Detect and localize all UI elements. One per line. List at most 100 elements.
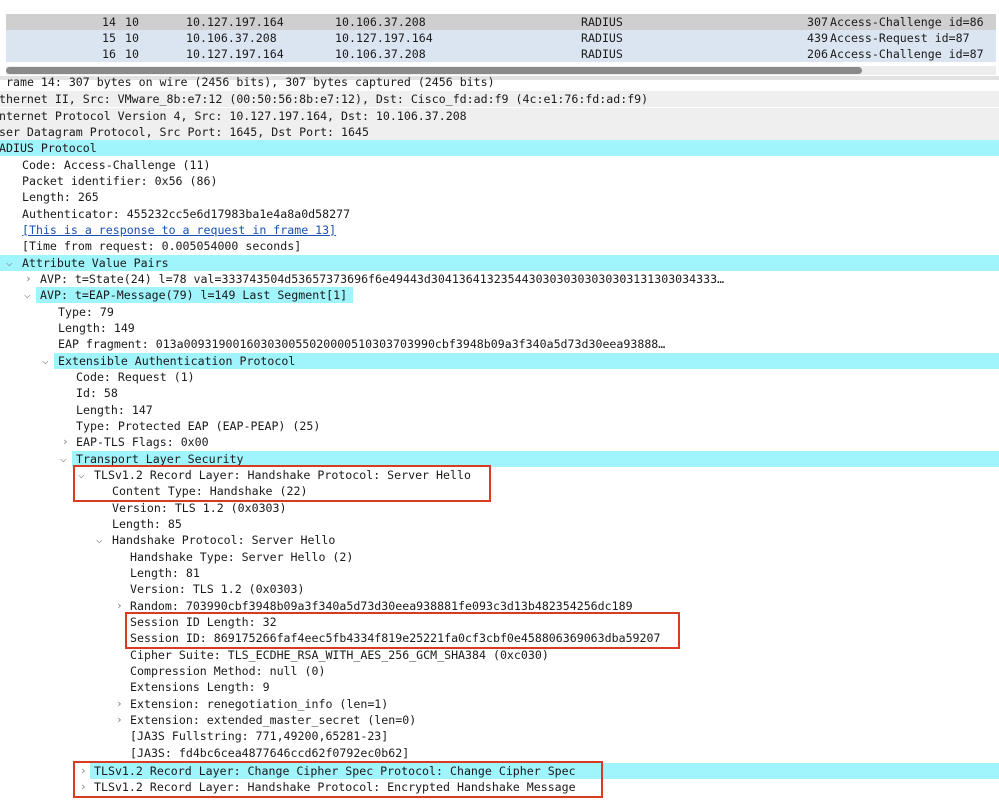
tree-item-handshake-protocol[interactable]: ⌵ Handshake Protocol: Server Hello (0, 532, 999, 548)
tree-item-record-length[interactable]: Length: 85 (0, 516, 999, 532)
packet-destination: 10.106.37.208 (335, 15, 426, 29)
packet-row[interactable]: 14 10 10.127.197.164 10.106.37.208 RADIU… (6, 14, 996, 30)
tree-item-label: Attribute Value Pairs (22, 256, 169, 270)
highlight-box-record-layers (73, 761, 603, 798)
highlight-box-session-id (125, 612, 680, 649)
tree-item-eap-tls-flags[interactable]: › EAP-TLS Flags: 0x00 (0, 434, 999, 450)
tree-item-length[interactable]: Length: 265 (0, 189, 999, 205)
horizontal-scrollbar-thumb[interactable] (6, 67, 862, 74)
chevron-down-icon[interactable]: ⌵ (6, 255, 13, 271)
tree-item-extensions-length[interactable]: Extensions Length: 9 (0, 679, 999, 695)
tree-item-packet-id[interactable]: Packet identifier: 0x56 (86) (0, 173, 999, 189)
tree-item-frame[interactable]: rame 14: 307 bytes on wire (2456 bits), … (0, 74, 999, 90)
tree-item-attribute-value-pairs[interactable]: ⌵ Attribute Value Pairs (0, 255, 999, 271)
packet-protocol: RADIUS (581, 31, 623, 45)
tree-item-label: ser Datagram Protocol, Src Port: 1645, D… (0, 125, 369, 139)
tree-item-label: Handshake Type: Server Hello (2) (130, 550, 354, 564)
tree-item-ethernet[interactable]: thernet II, Src: VMware_8b:e7:12 (00:50:… (0, 91, 999, 107)
tree-item-label: Extensions Length: 9 (130, 680, 270, 694)
tree-item-label: Length: 81 (130, 566, 200, 580)
tree-item-label: Authenticator: 455232cc5e6d17983ba1e4a8a… (22, 207, 351, 221)
packet-row[interactable]: 16 10 10.127.197.164 10.106.37.208 RADIU… (6, 46, 996, 62)
tree-item-avp-eap-message[interactable]: ⌵ AVP: t=EAP-Message(79) l=149 Last Segm… (0, 287, 999, 303)
tree-item-eap-id[interactable]: Id: 58 (0, 385, 999, 401)
chevron-right-icon[interactable]: › (62, 434, 69, 450)
tree-item-avp-state[interactable]: › AVP: t=State(24) l=78 val=333743504d53… (0, 271, 999, 287)
tree-item-label: Extensible Authentication Protocol (58, 354, 296, 368)
tree-item-ext-master-secret[interactable]: › Extension: extended_master_secret (len… (0, 712, 999, 728)
tree-item-label: Handshake Protocol: Server Hello (112, 533, 336, 547)
tree-item-label: Type: Protected EAP (EAP-PEAP) (25) (76, 419, 321, 433)
tree-item-label: Cipher Suite: TLS_ECDHE_RSA_WITH_AES_256… (130, 648, 549, 662)
tree-item-compression-method[interactable]: Compression Method: null (0) (0, 663, 999, 679)
response-in-frame-link[interactable]: [This is a response to a request in fram… (22, 222, 336, 238)
tree-item-label: EAP fragment: 013a0093190016030300550200… (58, 337, 666, 351)
tree-item-code[interactable]: Code: Access-Challenge (11) (0, 157, 999, 173)
tree-item-handshake-type[interactable]: Handshake Type: Server Hello (2) (0, 549, 999, 565)
tree-item-label: Length: 149 (58, 321, 135, 335)
packet-number: 14 (102, 15, 116, 29)
packet-length: 439 (807, 31, 828, 45)
tree-item-label: Length: 147 (76, 403, 153, 417)
tree-item-label: Id: 58 (76, 386, 118, 400)
tree-item-eap-length[interactable]: Length: 147 (0, 402, 999, 418)
chevron-right-icon[interactable]: › (116, 598, 123, 614)
tree-item-response-link[interactable]: [This is a response to a request in fram… (0, 222, 999, 238)
tree-item-authenticator[interactable]: Authenticator: 455232cc5e6d17983ba1e4a8a… (0, 206, 999, 222)
packet-info: Access-Challenge id=86 (830, 15, 984, 29)
chevron-right-icon[interactable]: › (116, 696, 123, 712)
packet-time: 10 (125, 15, 139, 29)
tree-item-udp[interactable]: ser Datagram Protocol, Src Port: 1645, D… (0, 124, 999, 140)
chevron-down-icon[interactable]: ⌵ (24, 287, 31, 303)
packet-number: 16 (102, 47, 116, 61)
tree-item-ja3s-fullstring[interactable]: [JA3S Fullstring: 771,49200,65281-23] (0, 728, 999, 744)
packet-info: Access-Challenge id=87 (830, 47, 984, 61)
highlight-box-server-hello (73, 465, 491, 502)
tree-item-label: Extension: extended_master_secret (len=0… (130, 713, 417, 727)
packet-source: 10.127.197.164 (186, 15, 284, 29)
tree-item-radius[interactable]: ADIUS Protocol (0, 140, 999, 156)
chevron-right-icon[interactable]: › (25, 271, 32, 287)
tree-item-eap[interactable]: ⌵ Extensible Authentication Protocol (0, 353, 999, 369)
tree-item-ext-renegotiation[interactable]: › Extension: renegotiation_info (len=1) (0, 696, 999, 712)
tree-item-label: AVP: t=EAP-Message(79) l=149 Last Segmen… (40, 288, 348, 302)
tree-item-type[interactable]: Type: 79 (0, 304, 999, 320)
tree-item-label: thernet II, Src: VMware_8b:e7:12 (00:50:… (0, 92, 649, 106)
packet-protocol: RADIUS (581, 15, 623, 29)
chevron-down-icon[interactable]: ⌵ (60, 451, 67, 467)
tree-item-label: Packet identifier: 0x56 (86) (22, 174, 218, 188)
tree-item-label: Code: Access-Challenge (11) (22, 158, 211, 172)
packet-number: 15 (102, 31, 116, 45)
tree-item-label: [JA3S: fd4bc6cea4877646ccd62f0792ec0b62] (130, 746, 410, 760)
tree-item-label: EAP-TLS Flags: 0x00 (76, 435, 209, 449)
tree-item-ipv4[interactable]: nternet Protocol Version 4, Src: 10.127.… (0, 108, 999, 124)
packet-time: 10 (125, 47, 139, 61)
tree-item-label: ADIUS Protocol (0, 141, 97, 155)
packet-destination: 10.127.197.164 (335, 31, 433, 45)
tree-item-label: Version: TLS 1.2 (0x0303) (130, 582, 305, 596)
chevron-down-icon[interactable]: ⌵ (42, 353, 49, 369)
tree-item-handshake-version[interactable]: Version: TLS 1.2 (0x0303) (0, 581, 999, 597)
tree-item-time-from-request[interactable]: [Time from request: 0.005054000 seconds] (0, 238, 999, 254)
packet-details-tree: rame 14: 307 bytes on wire (2456 bits), … (0, 75, 999, 810)
packet-time: 10 (125, 31, 139, 45)
packet-length: 206 (807, 47, 828, 61)
tree-item-length[interactable]: Length: 149 (0, 320, 999, 336)
tree-item-label: Code: Request (1) (76, 370, 195, 384)
tree-item-eap-code[interactable]: Code: Request (1) (0, 369, 999, 385)
tree-item-ja3s[interactable]: [JA3S: fd4bc6cea4877646ccd62f0792ec0b62] (0, 745, 999, 761)
packet-row[interactable]: 15 10 10.106.37.208 10.127.197.164 RADIU… (6, 30, 996, 46)
chevron-right-icon[interactable]: › (116, 712, 123, 728)
tree-item-label: [Time from request: 0.005054000 seconds] (22, 239, 302, 253)
chevron-down-icon[interactable]: ⌵ (96, 532, 103, 548)
tree-item-label: [JA3S Fullstring: 771,49200,65281-23] (130, 729, 389, 743)
tree-item-label: Length: 265 (22, 190, 99, 204)
tree-item-eap-type[interactable]: Type: Protected EAP (EAP-PEAP) (25) (0, 418, 999, 434)
tree-item-handshake-length[interactable]: Length: 81 (0, 565, 999, 581)
tree-item-eap-fragment[interactable]: EAP fragment: 013a0093190016030300550200… (0, 336, 999, 352)
tree-item-label: Compression Method: null (0) (130, 664, 326, 678)
tree-item-label: AVP: t=State(24) l=78 val=333743504d5365… (40, 272, 725, 286)
tree-item-label: rame 14: 307 bytes on wire (2456 bits), … (6, 75, 495, 89)
tree-item-record-version[interactable]: Version: TLS 1.2 (0x0303) (0, 500, 999, 516)
tree-item-cipher-suite[interactable]: Cipher Suite: TLS_ECDHE_RSA_WITH_AES_256… (0, 647, 999, 663)
